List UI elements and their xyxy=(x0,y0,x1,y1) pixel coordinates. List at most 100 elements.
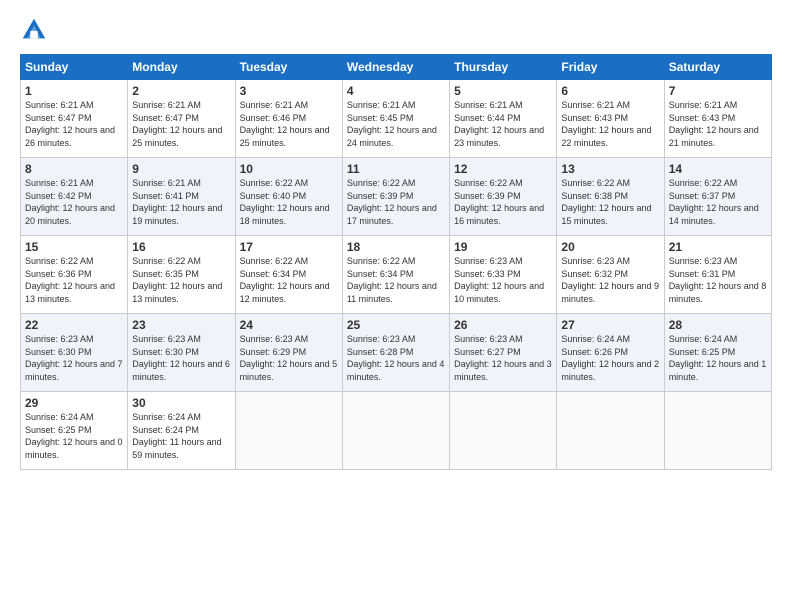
day-number: 19 xyxy=(454,240,552,254)
day-number: 5 xyxy=(454,84,552,98)
day-info: Sunrise: 6:23 AMSunset: 6:30 PMDaylight:… xyxy=(132,334,230,382)
day-number: 11 xyxy=(347,162,445,176)
day-cell-8: 8 Sunrise: 6:21 AMSunset: 6:42 PMDayligh… xyxy=(21,158,128,236)
day-cell-22: 22 Sunrise: 6:23 AMSunset: 6:30 PMDaylig… xyxy=(21,314,128,392)
day-number: 3 xyxy=(240,84,338,98)
col-sunday: Sunday xyxy=(21,55,128,80)
empty-cell xyxy=(664,392,771,470)
day-number: 2 xyxy=(132,84,230,98)
day-number: 17 xyxy=(240,240,338,254)
calendar-row-2: 15 Sunrise: 6:22 AMSunset: 6:36 PMDaylig… xyxy=(21,236,772,314)
day-cell-18: 18 Sunrise: 6:22 AMSunset: 6:34 PMDaylig… xyxy=(342,236,449,314)
day-info: Sunrise: 6:22 AMSunset: 6:37 PMDaylight:… xyxy=(669,178,759,226)
empty-cell xyxy=(450,392,557,470)
day-info: Sunrise: 6:23 AMSunset: 6:32 PMDaylight:… xyxy=(561,256,659,304)
col-friday: Friday xyxy=(557,55,664,80)
day-info: Sunrise: 6:22 AMSunset: 6:40 PMDaylight:… xyxy=(240,178,330,226)
day-number: 23 xyxy=(132,318,230,332)
day-cell-28: 28 Sunrise: 6:24 AMSunset: 6:25 PMDaylig… xyxy=(664,314,771,392)
day-cell-20: 20 Sunrise: 6:23 AMSunset: 6:32 PMDaylig… xyxy=(557,236,664,314)
day-number: 26 xyxy=(454,318,552,332)
day-cell-30: 30 Sunrise: 6:24 AMSunset: 6:24 PMDaylig… xyxy=(128,392,235,470)
day-cell-17: 17 Sunrise: 6:22 AMSunset: 6:34 PMDaylig… xyxy=(235,236,342,314)
calendar-row-3: 22 Sunrise: 6:23 AMSunset: 6:30 PMDaylig… xyxy=(21,314,772,392)
day-cell-3: 3 Sunrise: 6:21 AMSunset: 6:46 PMDayligh… xyxy=(235,80,342,158)
day-info: Sunrise: 6:24 AMSunset: 6:25 PMDaylight:… xyxy=(25,412,123,460)
col-monday: Monday xyxy=(128,55,235,80)
day-info: Sunrise: 6:21 AMSunset: 6:47 PMDaylight:… xyxy=(25,100,115,148)
day-cell-27: 27 Sunrise: 6:24 AMSunset: 6:26 PMDaylig… xyxy=(557,314,664,392)
day-cell-24: 24 Sunrise: 6:23 AMSunset: 6:29 PMDaylig… xyxy=(235,314,342,392)
day-cell-25: 25 Sunrise: 6:23 AMSunset: 6:28 PMDaylig… xyxy=(342,314,449,392)
day-number: 27 xyxy=(561,318,659,332)
day-cell-29: 29 Sunrise: 6:24 AMSunset: 6:25 PMDaylig… xyxy=(21,392,128,470)
day-number: 30 xyxy=(132,396,230,410)
day-cell-6: 6 Sunrise: 6:21 AMSunset: 6:43 PMDayligh… xyxy=(557,80,664,158)
col-thursday: Thursday xyxy=(450,55,557,80)
day-number: 29 xyxy=(25,396,123,410)
day-info: Sunrise: 6:22 AMSunset: 6:35 PMDaylight:… xyxy=(132,256,222,304)
day-info: Sunrise: 6:21 AMSunset: 6:43 PMDaylight:… xyxy=(561,100,651,148)
day-info: Sunrise: 6:22 AMSunset: 6:36 PMDaylight:… xyxy=(25,256,115,304)
col-wednesday: Wednesday xyxy=(342,55,449,80)
day-info: Sunrise: 6:21 AMSunset: 6:44 PMDaylight:… xyxy=(454,100,544,148)
logo-icon xyxy=(20,16,48,44)
day-info: Sunrise: 6:22 AMSunset: 6:34 PMDaylight:… xyxy=(347,256,437,304)
day-cell-16: 16 Sunrise: 6:22 AMSunset: 6:35 PMDaylig… xyxy=(128,236,235,314)
logo xyxy=(20,16,52,44)
calendar-row-0: 1 Sunrise: 6:21 AMSunset: 6:47 PMDayligh… xyxy=(21,80,772,158)
day-info: Sunrise: 6:23 AMSunset: 6:30 PMDaylight:… xyxy=(25,334,123,382)
day-number: 18 xyxy=(347,240,445,254)
day-number: 1 xyxy=(25,84,123,98)
day-number: 25 xyxy=(347,318,445,332)
empty-cell xyxy=(557,392,664,470)
empty-cell xyxy=(235,392,342,470)
day-info: Sunrise: 6:22 AMSunset: 6:39 PMDaylight:… xyxy=(347,178,437,226)
day-number: 16 xyxy=(132,240,230,254)
day-cell-7: 7 Sunrise: 6:21 AMSunset: 6:43 PMDayligh… xyxy=(664,80,771,158)
day-number: 9 xyxy=(132,162,230,176)
day-info: Sunrise: 6:21 AMSunset: 6:42 PMDaylight:… xyxy=(25,178,115,226)
day-info: Sunrise: 6:24 AMSunset: 6:26 PMDaylight:… xyxy=(561,334,659,382)
day-number: 14 xyxy=(669,162,767,176)
day-number: 28 xyxy=(669,318,767,332)
calendar-row-1: 8 Sunrise: 6:21 AMSunset: 6:42 PMDayligh… xyxy=(21,158,772,236)
day-cell-23: 23 Sunrise: 6:23 AMSunset: 6:30 PMDaylig… xyxy=(128,314,235,392)
day-number: 6 xyxy=(561,84,659,98)
col-saturday: Saturday xyxy=(664,55,771,80)
day-number: 22 xyxy=(25,318,123,332)
day-info: Sunrise: 6:22 AMSunset: 6:34 PMDaylight:… xyxy=(240,256,330,304)
day-number: 21 xyxy=(669,240,767,254)
day-cell-21: 21 Sunrise: 6:23 AMSunset: 6:31 PMDaylig… xyxy=(664,236,771,314)
calendar-page: Sunday Monday Tuesday Wednesday Thursday… xyxy=(0,0,792,612)
day-info: Sunrise: 6:24 AMSunset: 6:24 PMDaylight:… xyxy=(132,412,221,460)
day-cell-4: 4 Sunrise: 6:21 AMSunset: 6:45 PMDayligh… xyxy=(342,80,449,158)
day-cell-13: 13 Sunrise: 6:22 AMSunset: 6:38 PMDaylig… xyxy=(557,158,664,236)
day-cell-1: 1 Sunrise: 6:21 AMSunset: 6:47 PMDayligh… xyxy=(21,80,128,158)
day-number: 13 xyxy=(561,162,659,176)
day-info: Sunrise: 6:23 AMSunset: 6:28 PMDaylight:… xyxy=(347,334,445,382)
day-cell-10: 10 Sunrise: 6:22 AMSunset: 6:40 PMDaylig… xyxy=(235,158,342,236)
day-number: 20 xyxy=(561,240,659,254)
day-info: Sunrise: 6:23 AMSunset: 6:27 PMDaylight:… xyxy=(454,334,552,382)
day-cell-12: 12 Sunrise: 6:22 AMSunset: 6:39 PMDaylig… xyxy=(450,158,557,236)
day-number: 24 xyxy=(240,318,338,332)
day-info: Sunrise: 6:23 AMSunset: 6:31 PMDaylight:… xyxy=(669,256,767,304)
calendar-row-4: 29 Sunrise: 6:24 AMSunset: 6:25 PMDaylig… xyxy=(21,392,772,470)
day-info: Sunrise: 6:22 AMSunset: 6:38 PMDaylight:… xyxy=(561,178,651,226)
day-cell-9: 9 Sunrise: 6:21 AMSunset: 6:41 PMDayligh… xyxy=(128,158,235,236)
calendar-table: Sunday Monday Tuesday Wednesday Thursday… xyxy=(20,54,772,470)
day-info: Sunrise: 6:24 AMSunset: 6:25 PMDaylight:… xyxy=(669,334,767,382)
day-info: Sunrise: 6:21 AMSunset: 6:46 PMDaylight:… xyxy=(240,100,330,148)
header-row: Sunday Monday Tuesday Wednesday Thursday… xyxy=(21,55,772,80)
day-cell-14: 14 Sunrise: 6:22 AMSunset: 6:37 PMDaylig… xyxy=(664,158,771,236)
day-number: 8 xyxy=(25,162,123,176)
col-tuesday: Tuesday xyxy=(235,55,342,80)
day-number: 12 xyxy=(454,162,552,176)
day-info: Sunrise: 6:21 AMSunset: 6:43 PMDaylight:… xyxy=(669,100,759,148)
day-info: Sunrise: 6:21 AMSunset: 6:45 PMDaylight:… xyxy=(347,100,437,148)
day-number: 10 xyxy=(240,162,338,176)
day-cell-2: 2 Sunrise: 6:21 AMSunset: 6:47 PMDayligh… xyxy=(128,80,235,158)
day-info: Sunrise: 6:22 AMSunset: 6:39 PMDaylight:… xyxy=(454,178,544,226)
day-cell-26: 26 Sunrise: 6:23 AMSunset: 6:27 PMDaylig… xyxy=(450,314,557,392)
